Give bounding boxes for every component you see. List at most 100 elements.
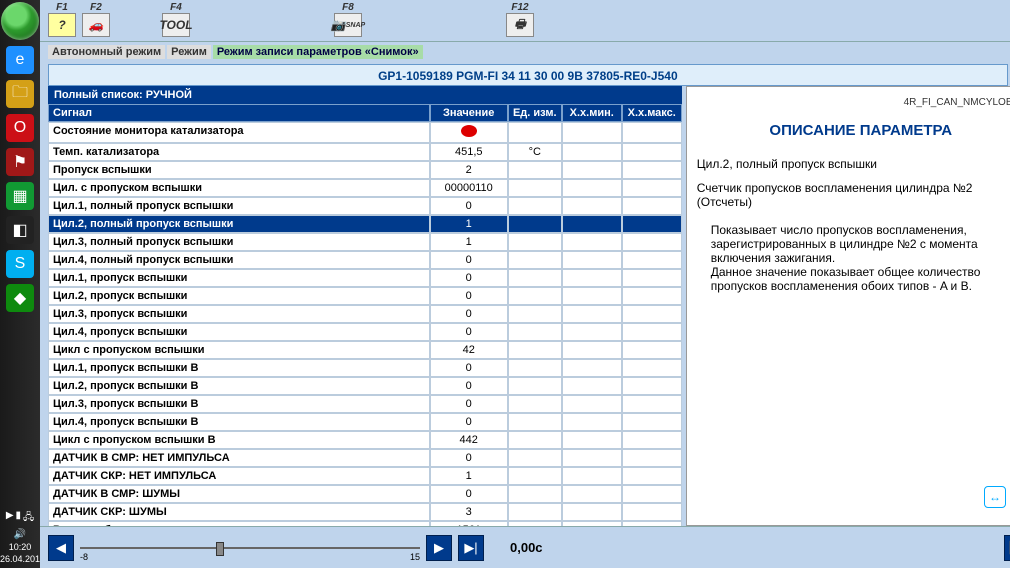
cell-unit bbox=[508, 215, 562, 233]
table-row[interactable]: Цикл с пропуском вспышки42 bbox=[48, 341, 682, 359]
cell-value: 0 bbox=[430, 485, 508, 503]
cell-signal: Цил.4, пропуск вспышки bbox=[48, 323, 430, 341]
header-min[interactable]: Х.х.мин. bbox=[562, 104, 622, 122]
table-row[interactable]: Цил. с пропуском вспышки00000110 bbox=[48, 179, 682, 197]
table-row[interactable]: Состояние монитора катализатора bbox=[48, 122, 682, 143]
taskbar-skype-icon[interactable]: S bbox=[6, 250, 34, 278]
cell-unit bbox=[508, 197, 562, 215]
taskbar-security-icon[interactable]: ⚑ bbox=[6, 148, 34, 176]
cell-min bbox=[562, 251, 622, 269]
tray-sound-icon[interactable]: 🔊 bbox=[14, 529, 26, 540]
table-row[interactable]: Цикл с пропуском вспышки B442 bbox=[48, 431, 682, 449]
f2-key[interactable]: F2🚗 bbox=[82, 2, 110, 37]
f4-key[interactable]: F4TOOL bbox=[162, 2, 190, 37]
cell-value: 1 bbox=[430, 233, 508, 251]
description-code: 4R_FI_CAN_NMCYLOBS2 bbox=[697, 97, 1010, 108]
mode-snapshot[interactable]: Режим записи параметров «Снимок» bbox=[213, 45, 423, 59]
header-signal[interactable]: Сигнал bbox=[48, 104, 430, 122]
f1-key[interactable]: F1? bbox=[48, 2, 76, 37]
cell-min bbox=[562, 305, 622, 323]
cell-min bbox=[562, 197, 622, 215]
cell-unit bbox=[508, 449, 562, 467]
f8-key[interactable]: F8📷SNAP bbox=[334, 2, 362, 37]
app-window: F1? F2🚗 F4TOOL F8📷SNAP F12🖶 Автономный р… bbox=[40, 0, 1010, 568]
cell-max bbox=[622, 377, 682, 395]
cell-min bbox=[562, 503, 622, 521]
table-body[interactable]: Состояние монитора катализатораТемп. кат… bbox=[48, 122, 682, 526]
tray-network-icon[interactable]: 🖧 bbox=[23, 510, 34, 527]
cell-value: 0 bbox=[430, 449, 508, 467]
table-row[interactable]: Цил.3, полный пропуск вспышки1 bbox=[48, 233, 682, 251]
cell-signal: ДАТЧИК В СМР: НЕТ ИМПУЛЬСА bbox=[48, 449, 430, 467]
mode-autonomous[interactable]: Автономный режим bbox=[48, 45, 165, 59]
header-max[interactable]: Х.х.макс. bbox=[622, 104, 682, 122]
cell-value: 00000110 bbox=[430, 179, 508, 197]
cell-max bbox=[622, 179, 682, 197]
mode-regime[interactable]: Режим bbox=[167, 45, 211, 59]
taskbar-opera-icon[interactable]: O bbox=[6, 114, 34, 142]
cell-value: 2 bbox=[430, 161, 508, 179]
cell-signal: Цил.3, пропуск вспышки bbox=[48, 305, 430, 323]
cell-max bbox=[622, 413, 682, 431]
teamviewer-icon[interactable]: ↔ bbox=[984, 486, 1006, 508]
f12-key[interactable]: F12🖶 bbox=[506, 2, 534, 37]
table-row[interactable]: Пропуск вспышки2 bbox=[48, 161, 682, 179]
cell-max bbox=[622, 503, 682, 521]
taskbar-app-icon[interactable]: ◆ bbox=[6, 284, 34, 312]
header-unit[interactable]: Ед. изм. bbox=[508, 104, 562, 122]
table-row[interactable]: Цил.4, пропуск вспышки0 bbox=[48, 323, 682, 341]
table-row[interactable]: Цил.2, полный пропуск вспышки1 bbox=[48, 215, 682, 233]
time-slider[interactable]: -8 15 bbox=[80, 536, 420, 560]
cell-min bbox=[562, 359, 622, 377]
cell-max bbox=[622, 485, 682, 503]
table-row[interactable]: ДАТЧИК В СМР: НЕТ ИМПУЛЬСА0 bbox=[48, 449, 682, 467]
table-row[interactable]: Цил.4, полный пропуск вспышки0 bbox=[48, 251, 682, 269]
cell-unit bbox=[508, 395, 562, 413]
taskbar-commander-icon[interactable]: ▦ bbox=[6, 182, 34, 210]
cell-signal: Состояние монитора катализатора bbox=[48, 122, 430, 143]
table-row[interactable]: Цил.4, пропуск вспышки B0 bbox=[48, 413, 682, 431]
taskbar-ie-icon[interactable]: e bbox=[6, 46, 34, 74]
cell-max bbox=[622, 467, 682, 485]
data-table-pane: Полный список: РУЧНОЙ Сигнал Значение Ед… bbox=[48, 86, 682, 526]
nav-next-button[interactable]: ▶ bbox=[426, 535, 452, 561]
time-value: 0,00с bbox=[510, 540, 543, 555]
nav-end-button[interactable]: ▶| bbox=[458, 535, 484, 561]
table-row[interactable]: Цил.1, полный пропуск вспышки0 bbox=[48, 197, 682, 215]
cell-signal: ДАТЧИК В СМР: ШУМЫ bbox=[48, 485, 430, 503]
table-row[interactable]: Цил.3, пропуск вспышки B0 bbox=[48, 395, 682, 413]
cell-value: 0 bbox=[430, 323, 508, 341]
start-button[interactable] bbox=[1, 2, 39, 40]
table-row[interactable]: Темп. катализатора451,5°C bbox=[48, 143, 682, 161]
cell-min bbox=[562, 449, 622, 467]
table-row[interactable]: Цил.1, пропуск вспышки B0 bbox=[48, 359, 682, 377]
table-row[interactable]: Цил.2, пропуск вспышки B0 bbox=[48, 377, 682, 395]
cell-unit bbox=[508, 431, 562, 449]
save-button[interactable]: 💾 bbox=[1004, 535, 1010, 561]
table-row[interactable]: ДАТЧИК СКР: ШУМЫ3 bbox=[48, 503, 682, 521]
tray-signal-icon[interactable]: ▮ bbox=[16, 510, 22, 527]
cell-max bbox=[622, 287, 682, 305]
nav-prev-button[interactable]: ◀ bbox=[48, 535, 74, 561]
cell-value: 0 bbox=[430, 197, 508, 215]
table-row[interactable]: Цил.1, пропуск вспышки0 bbox=[48, 269, 682, 287]
cell-value: 442 bbox=[430, 431, 508, 449]
table-row[interactable]: Цил.3, пропуск вспышки0 bbox=[48, 305, 682, 323]
cell-min bbox=[562, 122, 622, 143]
cell-min bbox=[562, 323, 622, 341]
table-row[interactable]: ДАТЧИК СКР: НЕТ ИМПУЛЬСА1 bbox=[48, 467, 682, 485]
cell-min bbox=[562, 395, 622, 413]
cell-signal: Цил.1, пропуск вспышки B bbox=[48, 359, 430, 377]
cell-unit bbox=[508, 377, 562, 395]
table-row[interactable]: ДАТЧИК В СМР: ШУМЫ0 bbox=[48, 485, 682, 503]
cell-min bbox=[562, 287, 622, 305]
table-row[interactable]: Цил.2, пропуск вспышки0 bbox=[48, 287, 682, 305]
system-tray[interactable]: ▶ ▮ 🖧 🔊 10:20 26.04.2017 bbox=[0, 508, 40, 568]
header-value[interactable]: Значение bbox=[430, 104, 508, 122]
taskbar-network-icon[interactable]: ◧ bbox=[6, 216, 34, 244]
taskbar-explorer-icon[interactable]: 🗀 bbox=[6, 80, 34, 108]
tray-flag-icon[interactable]: ▶ bbox=[6, 510, 14, 527]
cell-signal: Цил.3, пропуск вспышки B bbox=[48, 395, 430, 413]
cell-min bbox=[562, 269, 622, 287]
cell-value: 0 bbox=[430, 287, 508, 305]
